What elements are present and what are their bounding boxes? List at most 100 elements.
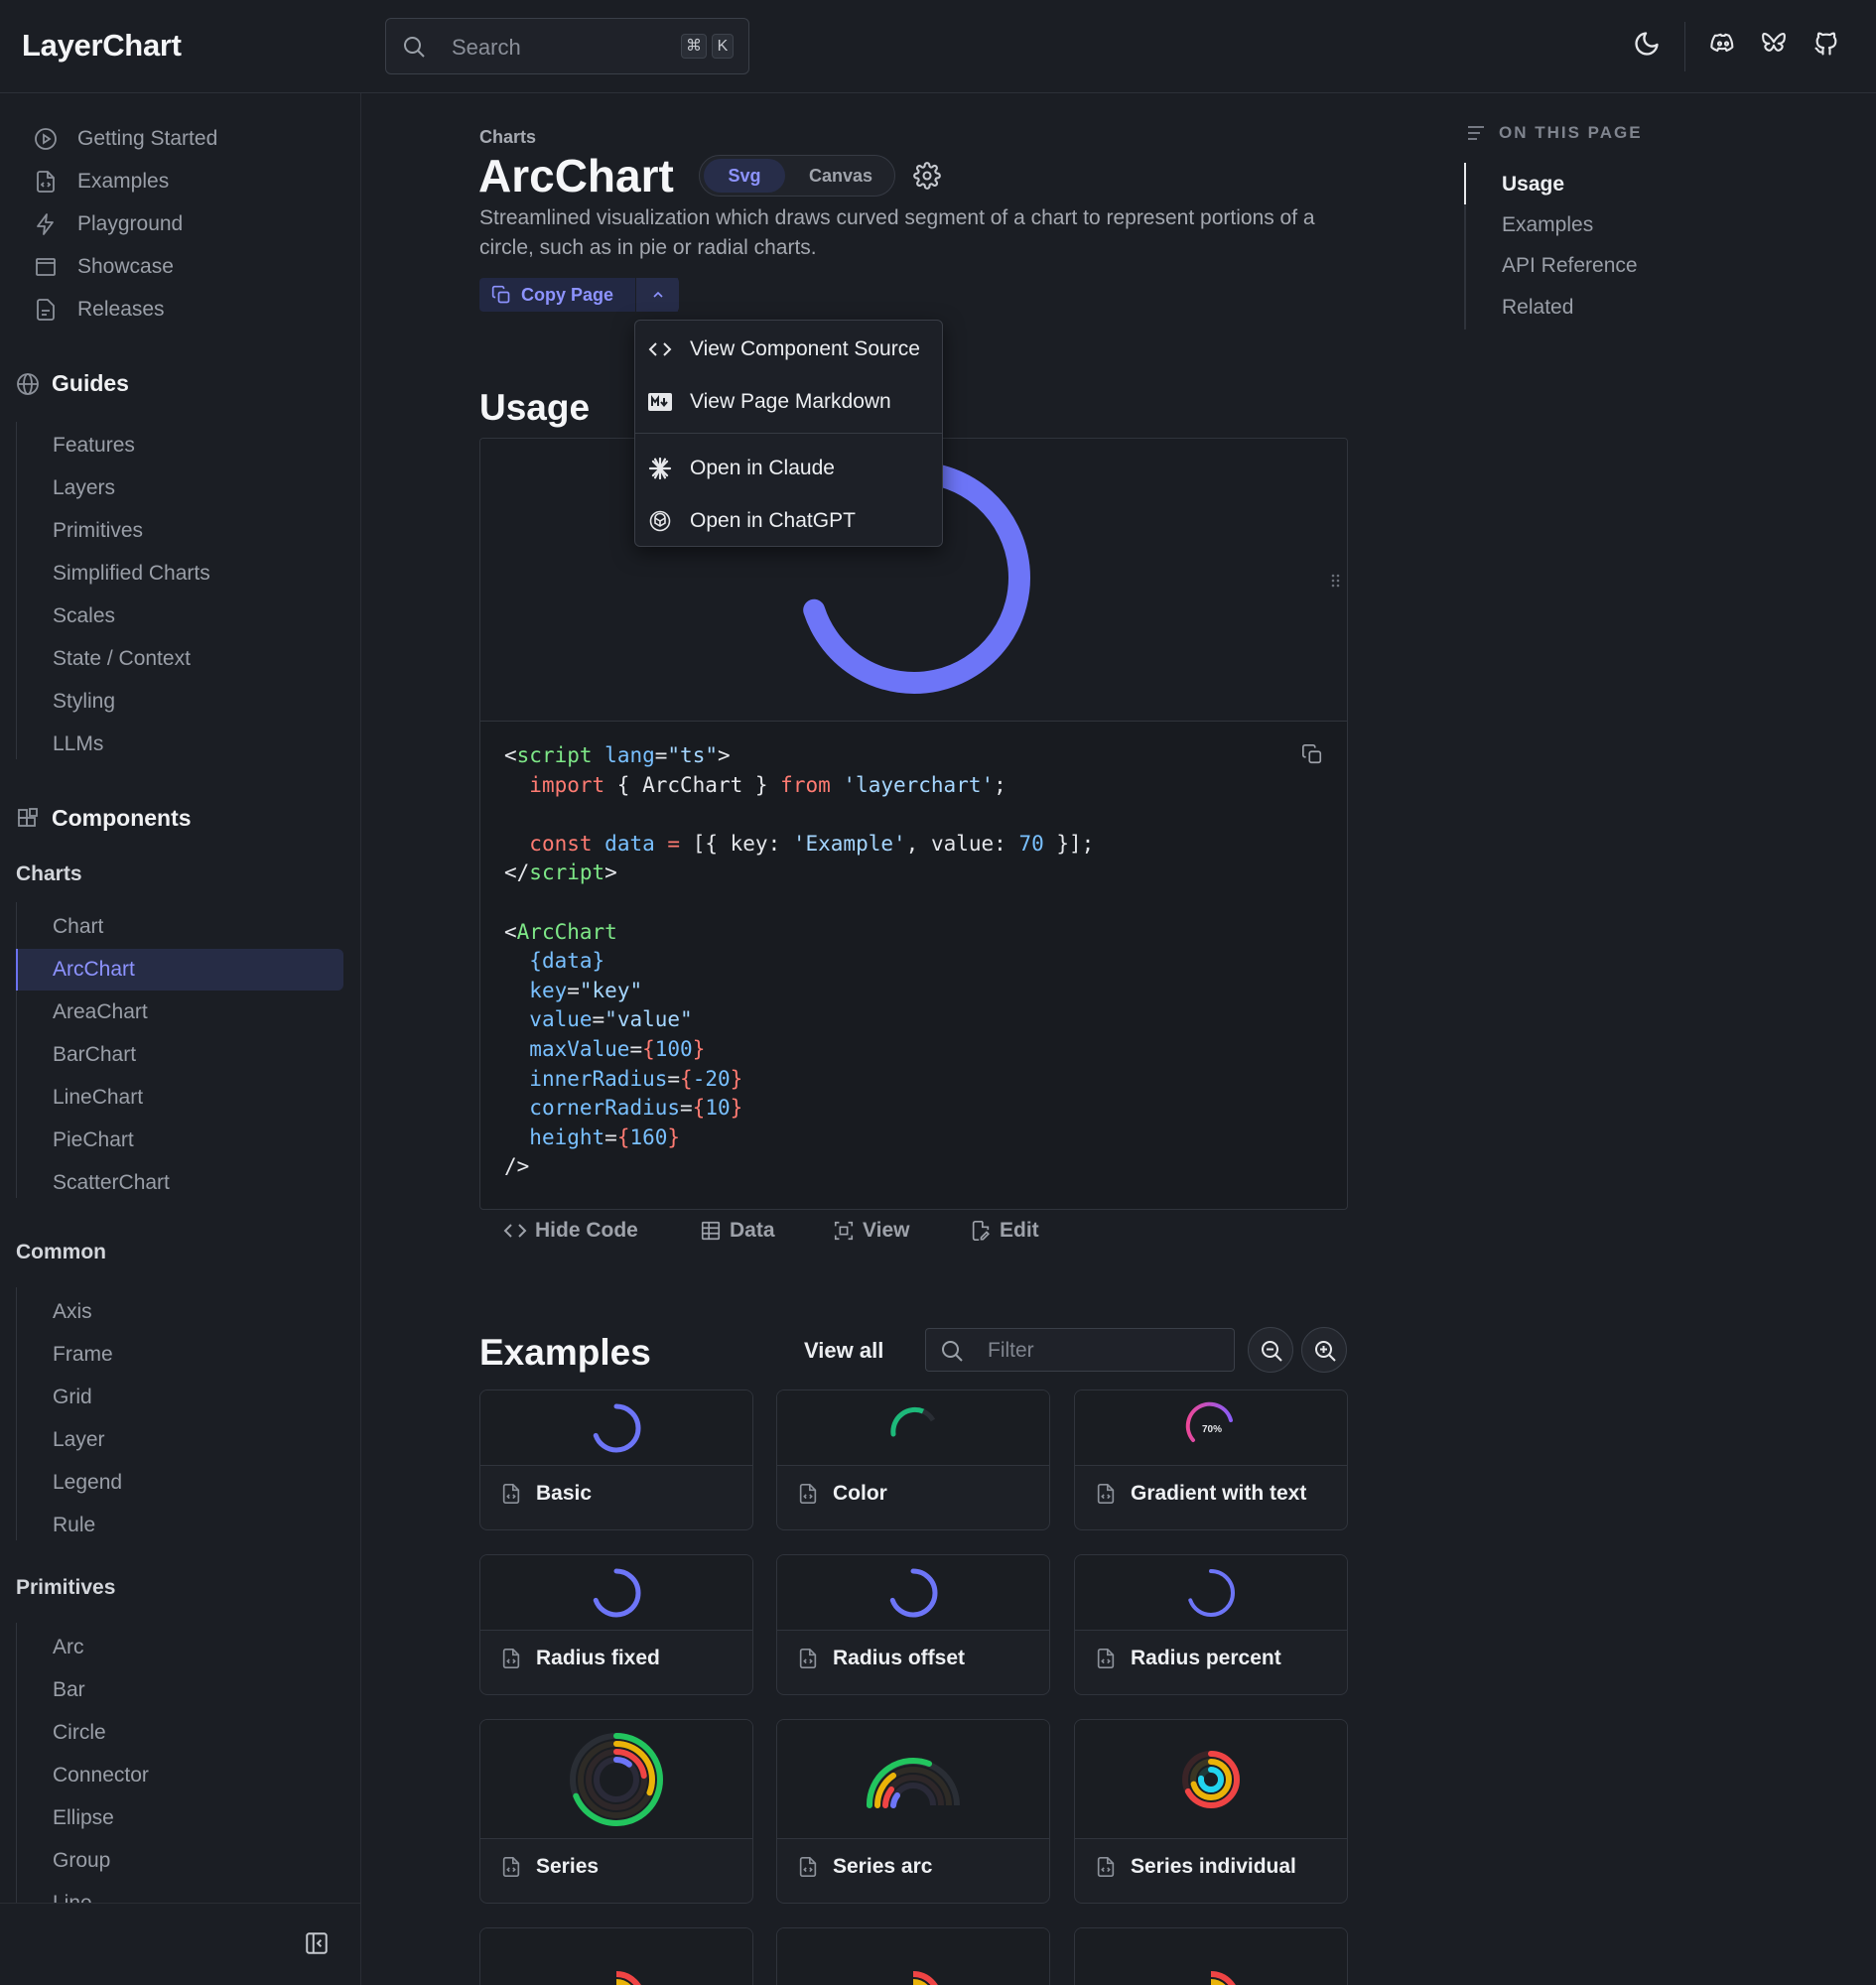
sidebar-item-line[interactable]: Line	[16, 1883, 343, 1903]
table-icon	[701, 1221, 721, 1241]
view-button[interactable]: View	[833, 1219, 909, 1243]
sidebar-item-primitives[interactable]: Primitives	[16, 510, 343, 552]
shortcut-k-key: K	[712, 34, 734, 59]
sidebar-item-legend[interactable]: Legend	[16, 1462, 343, 1504]
sidebar-item-barchart[interactable]: BarChart	[16, 1034, 343, 1076]
view-all-link[interactable]: View all	[804, 1338, 883, 1364]
zoom-in-button[interactable]	[1301, 1327, 1347, 1373]
logo[interactable]: LayerChart	[22, 28, 182, 64]
example-card-partial[interactable]	[479, 1927, 753, 1985]
sidebar-item-areachart[interactable]: AreaChart	[16, 992, 343, 1033]
sidebar-item-ellipse[interactable]: Ellipse	[16, 1797, 343, 1839]
sidebar-item-arc[interactable]: Arc	[16, 1627, 343, 1668]
example-card-series[interactable]: Series	[479, 1719, 753, 1904]
gear-icon[interactable]	[913, 162, 941, 190]
example-card-basic[interactable]: Basic	[479, 1390, 753, 1530]
example-card-partial[interactable]	[1074, 1927, 1348, 1985]
menu-view-component-source[interactable]: View Component Source	[635, 326, 942, 373]
toggle-svg[interactable]: Svg	[704, 159, 785, 193]
toggle-canvas[interactable]: Canvas	[791, 159, 890, 193]
example-card-series-arc[interactable]: Series arc	[776, 1719, 1050, 1904]
example-label: Radius percent	[1095, 1647, 1281, 1670]
view-frame-icon	[834, 1221, 854, 1241]
sidebar-item-circle[interactable]: Circle	[16, 1712, 343, 1754]
page-title: ArcChart	[478, 150, 674, 201]
sidebar-item-arcchart[interactable]: ArcChart	[16, 949, 343, 991]
chatgpt-icon	[649, 510, 671, 532]
sidebar-item-linechart[interactable]: LineChart	[16, 1077, 343, 1119]
toc-item-examples[interactable]: Examples	[1502, 213, 1593, 237]
edit-button[interactable]: Edit	[970, 1219, 1039, 1243]
filter-input[interactable]: Filter	[925, 1328, 1235, 1372]
example-thumbnail	[777, 1555, 1049, 1631]
example-card-radius-offset[interactable]: Radius offset	[776, 1554, 1050, 1695]
sidebar-item-bar[interactable]: Bar	[16, 1669, 343, 1711]
sidebar-item-getting-started[interactable]: Getting Started	[34, 124, 217, 154]
thumb-arc	[890, 1406, 936, 1436]
example-thumbnail	[777, 1928, 1049, 1985]
menu-view-page-markdown[interactable]: View Page Markdown	[635, 378, 942, 426]
bluesky-icon[interactable]	[1760, 30, 1788, 58]
sidebar-item-showcase[interactable]: Showcase	[34, 252, 174, 282]
sidebar-item-label: Showcase	[77, 255, 174, 278]
zoom-out-button[interactable]	[1248, 1327, 1293, 1373]
copy-page-menu-toggle[interactable]	[635, 278, 679, 312]
example-title: Color	[833, 1482, 887, 1505]
sidebar-item-features[interactable]: Features	[16, 425, 343, 466]
sidebar-collapse-icon[interactable]	[304, 1930, 330, 1956]
example-card-radius-fixed[interactable]: Radius fixed	[479, 1554, 753, 1695]
github-icon[interactable]	[1812, 30, 1840, 58]
thumb-series-arcs	[866, 1757, 960, 1808]
top-header: LayerChart Search ⌘ K	[0, 0, 1876, 93]
filter-placeholder: Filter	[988, 1339, 1034, 1362]
example-thumbnail	[480, 1720, 752, 1839]
example-label: Series individual	[1095, 1855, 1296, 1879]
copy-code-icon[interactable]	[1301, 743, 1323, 765]
sidebar-item-state-context[interactable]: State / Context	[16, 638, 343, 680]
discord-icon[interactable]	[1708, 30, 1738, 58]
sidebar-item-examples[interactable]: Examples	[34, 167, 169, 197]
sidebar-item-styling[interactable]: Styling	[16, 681, 343, 723]
action-label: Data	[730, 1219, 775, 1242]
sidebar-item-scales[interactable]: Scales	[16, 596, 343, 637]
header-divider	[1684, 22, 1685, 71]
usage-heading: Usage	[479, 387, 591, 428]
hide-code-button[interactable]: Hide Code	[503, 1219, 638, 1243]
example-card-partial[interactable]	[776, 1927, 1050, 1985]
example-card-color[interactable]: Color	[776, 1390, 1050, 1530]
example-title: Series individual	[1131, 1855, 1296, 1878]
sidebar-item-llms[interactable]: LLMs	[16, 724, 343, 765]
sidebar-item-layer[interactable]: Layer	[16, 1419, 343, 1461]
data-button[interactable]: Data	[700, 1219, 775, 1243]
search-placeholder: Search	[452, 35, 521, 60]
menu-separator	[635, 433, 942, 434]
example-card-radius-percent[interactable]: Radius percent	[1074, 1554, 1348, 1695]
sidebar-item-releases[interactable]: Releases	[34, 295, 165, 325]
sidebar-item-piechart[interactable]: PieChart	[16, 1120, 343, 1161]
window-icon	[36, 258, 56, 276]
sidebar-item-connector[interactable]: Connector	[16, 1755, 343, 1796]
sidebar-item-layers[interactable]: Layers	[16, 467, 343, 509]
sidebar-item-grid[interactable]: Grid	[16, 1377, 343, 1418]
menu-open-in-claude[interactable]: Open in Claude	[635, 445, 942, 492]
sidebar-item-group[interactable]: Group	[16, 1840, 343, 1882]
toc-item-usage[interactable]: Usage	[1502, 173, 1564, 197]
sidebar-item-frame[interactable]: Frame	[16, 1334, 343, 1376]
sidebar-item-simplified-charts[interactable]: Simplified Charts	[16, 553, 343, 595]
sidebar-item-rule[interactable]: Rule	[16, 1505, 343, 1546]
resize-handle-icon[interactable]	[1331, 573, 1341, 589]
example-card-series-individual[interactable]: Series individual	[1074, 1719, 1348, 1904]
zoom-in-icon	[1315, 1341, 1336, 1362]
search-input[interactable]: Search ⌘ K	[385, 18, 749, 74]
example-card-gradient-with-text[interactable]: 70% Gradient with text	[1074, 1390, 1348, 1530]
example-thumbnail	[777, 1390, 1049, 1466]
breadcrumb[interactable]: Charts	[479, 127, 536, 148]
sidebar-item-axis[interactable]: Axis	[16, 1291, 343, 1333]
toc-item-related[interactable]: Related	[1502, 296, 1573, 320]
toc-item-api-reference[interactable]: API Reference	[1502, 254, 1638, 278]
sidebar-item-playground[interactable]: Playground	[34, 209, 183, 239]
menu-open-in-chatgpt[interactable]: Open in ChatGPT	[635, 497, 942, 545]
moon-icon[interactable]	[1633, 30, 1661, 58]
sidebar-item-scatterchart[interactable]: ScatterChart	[16, 1162, 343, 1204]
sidebar-item-chart[interactable]: Chart	[16, 906, 343, 948]
